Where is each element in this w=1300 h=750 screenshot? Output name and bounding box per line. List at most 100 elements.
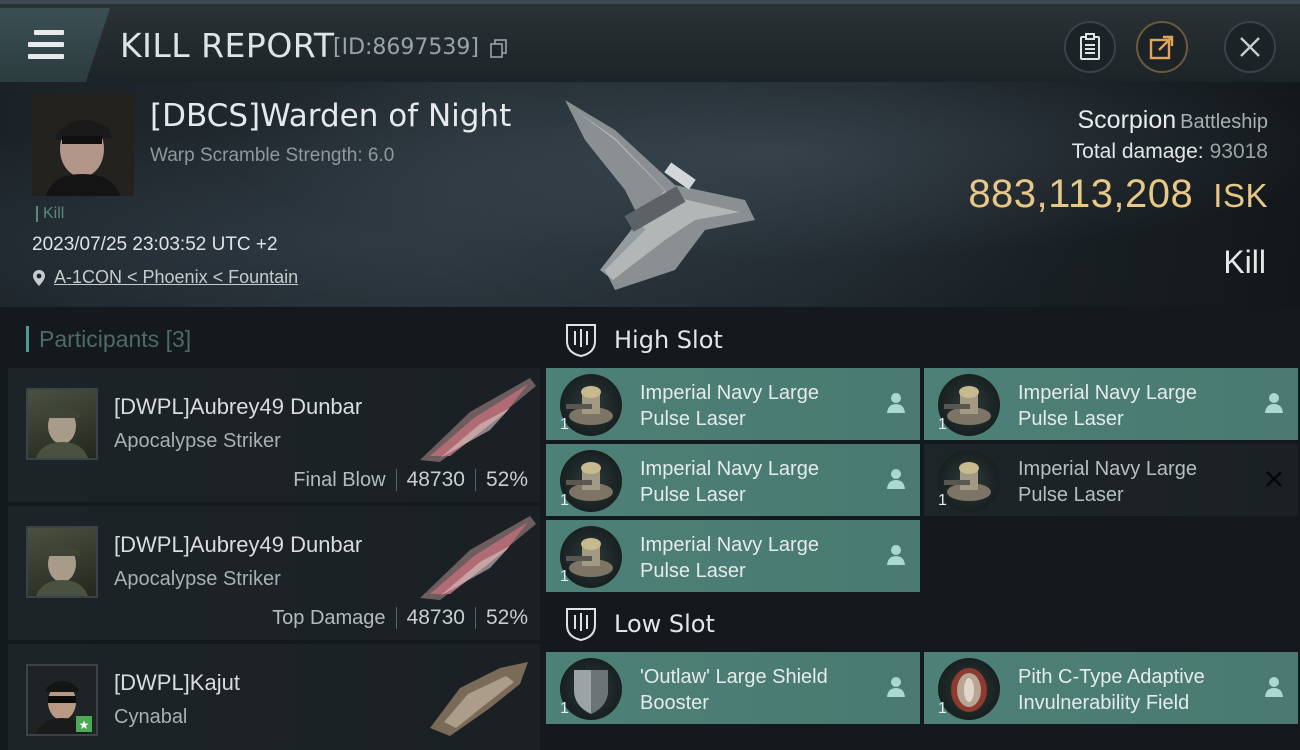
ship-name[interactable]: Scorpion — [1077, 106, 1176, 134]
pulse-laser-icon — [938, 374, 1000, 436]
module-name: Pith C-Type Adaptive Invulnerability Fiel… — [1018, 664, 1248, 716]
victim-ship-image — [565, 100, 755, 290]
participant-name[interactable]: [DWPL]Aubrey49 Dunbar — [114, 394, 362, 420]
module-name-line2: Pulse Laser — [640, 408, 746, 430]
module-item[interactable]: 1 'Outlaw' Large Shield Booster — [546, 652, 920, 724]
person-icon — [887, 677, 905, 697]
module-name-line1: Imperial Navy Large — [1018, 458, 1197, 480]
module-quantity: 1 — [560, 568, 569, 585]
report-id: [ID:8697539] — [333, 35, 479, 60]
module-quantity: 1 — [938, 416, 947, 433]
person-icon — [887, 469, 905, 489]
participant-stats: Final Blow 48730 52% — [293, 468, 528, 492]
module-quantity: 1 — [560, 700, 569, 717]
participant-row[interactable]: [DWPL]Aubrey49 Dunbar Apocalypse Striker… — [8, 368, 540, 502]
total-damage: Total damage: 93018 — [1072, 140, 1268, 164]
participant-name[interactable]: [DWPL]Kajut — [114, 670, 240, 696]
participant-name[interactable]: [DWPL]Aubrey49 Dunbar — [114, 532, 362, 558]
high-slot-icon — [566, 324, 596, 357]
module-name: Imperial Navy Large Pulse Laser — [640, 532, 870, 584]
participant-avatar: ★ — [26, 664, 98, 736]
module-quantity: 1 — [938, 492, 947, 509]
participant-ship: Apocalypse Striker — [114, 430, 281, 452]
module-name-line2: Booster — [640, 692, 709, 714]
module-name: 'Outlaw' Large Shield Booster — [640, 664, 870, 716]
top-bar: KILL REPORT [ID:8697539] — [0, 0, 1300, 82]
low-slot-icon — [566, 608, 596, 641]
low-slot-header: Low Slot — [546, 592, 1296, 656]
participant-ship: Cynabal — [114, 706, 188, 728]
participant-ship-image — [430, 662, 528, 736]
participant-stat-label: Top Damage — [272, 606, 386, 629]
menu-button[interactable] — [0, 8, 110, 82]
participant-row[interactable]: [DWPL]Aubrey49 Dunbar Apocalypse Striker… — [8, 506, 540, 640]
module-name-line1: Pith C-Type Adaptive — [1018, 666, 1205, 688]
person-icon — [1265, 393, 1283, 413]
menu-icon — [28, 30, 64, 60]
participant-row[interactable]: ★ [DWPL]Kajut Cynabal — [8, 644, 540, 750]
module-name: Imperial Navy Large Pulse Laser — [1018, 456, 1248, 508]
total-damage-value: 93018 — [1209, 140, 1268, 163]
location-pin-icon — [33, 269, 45, 286]
module-name: Imperial Navy Large Pulse Laser — [640, 456, 870, 508]
ship-info: Scorpion Battleship — [1077, 106, 1268, 135]
participant-stat-label: Final Blow — [293, 468, 386, 491]
participant-stats: Top Damage 48730 52% — [272, 606, 528, 630]
participant-damage: 48730 — [406, 606, 465, 629]
victim-name[interactable]: [DBCS]Warden of Night — [150, 98, 511, 134]
module-item[interactable]: 1 Imperial Navy Large Pulse Laser — [546, 444, 920, 516]
module-name: Imperial Navy Large Pulse Laser — [640, 380, 870, 432]
participants-panel: Participants [3] [DWPL]Aubrey49 Dunbar A… — [8, 312, 540, 750]
pulse-laser-icon — [938, 450, 1000, 512]
isk-value: 883,113,208 ISK — [968, 172, 1268, 217]
ship-class: Battleship — [1180, 111, 1268, 133]
kill-header: [DBCS]Warden of Night Warp Scramble Stre… — [0, 82, 1300, 307]
copy-icon[interactable] — [490, 39, 508, 59]
clipboard-button[interactable] — [1064, 21, 1116, 73]
module-name-line2: Pulse Laser — [1018, 408, 1124, 430]
module-name-line2: Invulnerability Field — [1018, 692, 1190, 714]
share-icon — [1149, 35, 1174, 60]
participant-damage: 48730 — [406, 468, 465, 491]
shield-booster-icon — [560, 658, 622, 720]
victim-portrait[interactable] — [32, 94, 134, 196]
module-name-line2: Pulse Laser — [640, 560, 746, 582]
participant-avatar — [26, 526, 98, 598]
module-item[interactable]: 1 Imperial Navy Large Pulse Laser — [924, 368, 1298, 440]
module-name-line2: Pulse Laser — [640, 484, 746, 506]
pulse-laser-icon — [560, 450, 622, 512]
participants-count: [3] — [165, 326, 192, 352]
warp-scramble-strength: Warp Scramble Strength: 6.0 — [150, 145, 395, 166]
invulnerability-field-icon — [938, 658, 1000, 720]
module-name-line1: 'Outlaw' Large Shield — [640, 666, 828, 688]
total-damage-label: Total damage: — [1071, 140, 1204, 163]
high-slot-title: High Slot — [614, 326, 723, 354]
kill-tag: Kill — [36, 206, 64, 222]
victim-avatar — [32, 94, 134, 196]
module-item[interactable]: 1 Pith C-Type Adaptive Invulnerability Fi… — [924, 652, 1298, 724]
module-name-line2: Pulse Laser — [1018, 484, 1124, 506]
participant-percent: 52% — [485, 468, 528, 491]
kill-location[interactable]: A-1CON < Phoenix < Fountain — [32, 267, 298, 288]
module-item[interactable]: 1 Imperial Navy Large Pulse Laser — [546, 520, 920, 592]
page-title: KILL REPORT — [120, 26, 335, 65]
module-name: Imperial Navy Large Pulse Laser — [1018, 380, 1248, 432]
participant-percent: 52% — [485, 606, 528, 629]
module-name-line1: Imperial Navy Large — [640, 458, 819, 480]
module-item[interactable]: 1 Imperial Navy Large Pulse Laser — [546, 368, 920, 440]
person-icon — [1265, 677, 1283, 697]
participants-label: Participants — [39, 326, 160, 352]
participant-ship: Apocalypse Striker — [114, 568, 281, 590]
kill-status: Kill — [1223, 244, 1266, 280]
share-button[interactable] — [1136, 21, 1188, 73]
participant-ship-image — [420, 378, 536, 462]
close-button[interactable] — [1224, 21, 1276, 73]
module-quantity: 1 — [560, 416, 569, 433]
close-icon — [1240, 37, 1260, 57]
person-icon — [887, 545, 905, 565]
module-quantity: 1 — [938, 700, 947, 717]
location-link[interactable]: A-1CON < Phoenix < Fountain — [54, 267, 298, 288]
module-item-destroyed[interactable]: 1 Imperial Navy Large Pulse Laser — [924, 444, 1298, 516]
module-name-line1: Imperial Navy Large — [640, 534, 819, 556]
high-slot-header: High Slot — [546, 308, 1296, 372]
